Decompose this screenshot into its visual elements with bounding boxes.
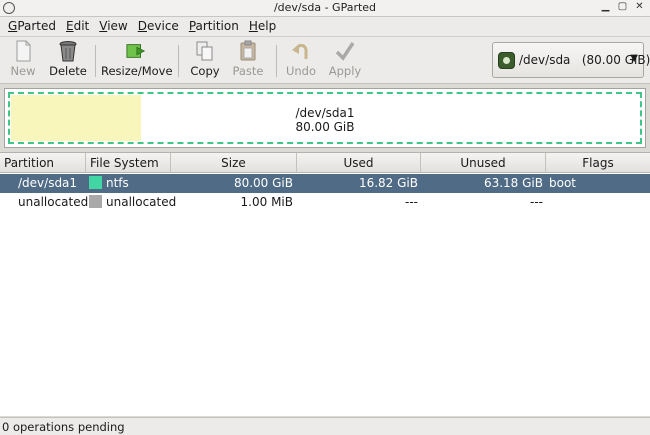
resize-move-button[interactable]: Resize/Move	[101, 40, 173, 82]
cell-file-system: unallocated	[106, 195, 177, 209]
status-text: 0 operations pending	[2, 420, 125, 434]
table-header: Partition File System Size Used Unused F…	[0, 153, 650, 173]
menu-gparted-mnemonic: G	[8, 19, 18, 33]
paste-icon	[240, 40, 256, 61]
disk-map: /dev/sda1 80.00 GiB	[4, 88, 646, 148]
partition-table: Partition File System Size Used Unused F…	[0, 152, 650, 416]
menu-device[interactable]: Device	[133, 17, 184, 36]
cell-flags: boot	[549, 176, 577, 190]
menu-view[interactable]: View	[94, 17, 132, 36]
cell-size: 1.00 MiB	[240, 195, 293, 209]
cell-used: 16.82 GiB	[358, 176, 418, 190]
column-header-unused[interactable]: Unused	[421, 153, 546, 173]
toolbar-separator	[178, 45, 179, 77]
copy-icon	[196, 41, 213, 61]
new-document-icon	[16, 40, 31, 62]
toolbar-separator	[95, 45, 96, 77]
window-title: /dev/sda - GParted	[273, 1, 377, 14]
maximize-icon[interactable]: ▢	[616, 1, 629, 14]
menu-partition-mnemonic: P	[188, 19, 196, 33]
column-header-partition[interactable]: Partition	[0, 153, 86, 173]
cell-unused: 63.18 GiB	[483, 176, 543, 190]
copy-button[interactable]: Copy	[188, 40, 222, 82]
trash-icon	[59, 41, 77, 62]
table-row[interactable]: unallocated unallocated 1.00 MiB --- ---	[0, 193, 650, 212]
cell-partition: unallocated	[18, 195, 89, 209]
window-controls: ▁ ▢ ✕	[599, 1, 646, 14]
menu-device-mnemonic: D	[137, 19, 147, 33]
filesystem-color-swatch	[89, 195, 102, 208]
menu-bar: GParted Edit View Device Partition Help	[0, 17, 650, 37]
menu-gparted-label: Parted	[17, 19, 57, 33]
apply-button-label: Apply	[328, 64, 362, 78]
menu-view-label: iew	[107, 19, 128, 33]
menu-edit[interactable]: Edit	[61, 17, 94, 36]
menu-partition-label: artition	[195, 19, 239, 33]
resize-move-button-label: Resize/Move	[101, 64, 173, 78]
cell-file-system: ntfs	[106, 176, 129, 190]
menu-edit-label: dit	[73, 19, 90, 33]
checkmark-icon	[335, 42, 355, 61]
column-header-size[interactable]: Size	[171, 153, 297, 173]
menu-help-mnemonic: H	[248, 19, 258, 33]
cell-used: ---	[405, 195, 418, 209]
delete-button[interactable]: Delete	[48, 40, 88, 82]
paste-button[interactable]: Paste	[230, 40, 266, 82]
menu-help[interactable]: Help	[244, 17, 281, 36]
copy-button-label: Copy	[190, 64, 220, 78]
new-button-label: New	[10, 64, 36, 78]
device-selector[interactable]: /dev/sda (80.00 GiB) ▼	[492, 42, 650, 78]
title-bar: /dev/sda - GParted ▁ ▢ ✕	[0, 0, 650, 17]
status-bar: 0 operations pending	[0, 417, 650, 435]
column-header-used[interactable]: Used	[297, 153, 421, 173]
column-header-file-system[interactable]: File System	[86, 153, 171, 173]
menu-gparted[interactable]: GParted	[3, 17, 61, 36]
undo-icon	[292, 43, 308, 59]
apply-button[interactable]: Apply	[327, 40, 363, 82]
menu-device-label: evice	[147, 19, 179, 33]
menu-help-label: elp	[257, 19, 277, 33]
menu-edit-mnemonic: E	[66, 19, 74, 33]
filesystem-color-swatch	[89, 176, 102, 189]
paste-button-label: Paste	[232, 64, 264, 78]
dropdown-arrow-icon: ▼	[630, 53, 638, 64]
resize-move-icon	[126, 44, 146, 58]
close-icon[interactable]: ✕	[633, 1, 646, 14]
disk-map-partition-size: 80.00 GiB	[295, 120, 355, 134]
toolbar-separator	[276, 45, 277, 77]
cell-size: 80.00 GiB	[233, 176, 293, 190]
menu-partition[interactable]: Partition	[184, 17, 244, 36]
disk-map-partition[interactable]: /dev/sda1 80.00 GiB	[8, 92, 642, 144]
disk-map-partition-name: /dev/sda1	[295, 106, 355, 120]
disk-icon	[498, 52, 515, 69]
cell-partition: /dev/sda1	[18, 176, 78, 190]
new-button[interactable]: New	[8, 40, 38, 82]
minimize-icon[interactable]: ▁	[599, 1, 612, 14]
undo-button-label: Undo	[285, 64, 317, 78]
table-row[interactable]: /dev/sda1 ntfs 80.00 GiB 16.82 GiB 63.18…	[0, 174, 650, 193]
delete-button-label: Delete	[49, 64, 87, 78]
cell-unused: ---	[530, 195, 543, 209]
undo-button[interactable]: Undo	[284, 40, 318, 82]
column-header-flags[interactable]: Flags	[546, 153, 650, 173]
